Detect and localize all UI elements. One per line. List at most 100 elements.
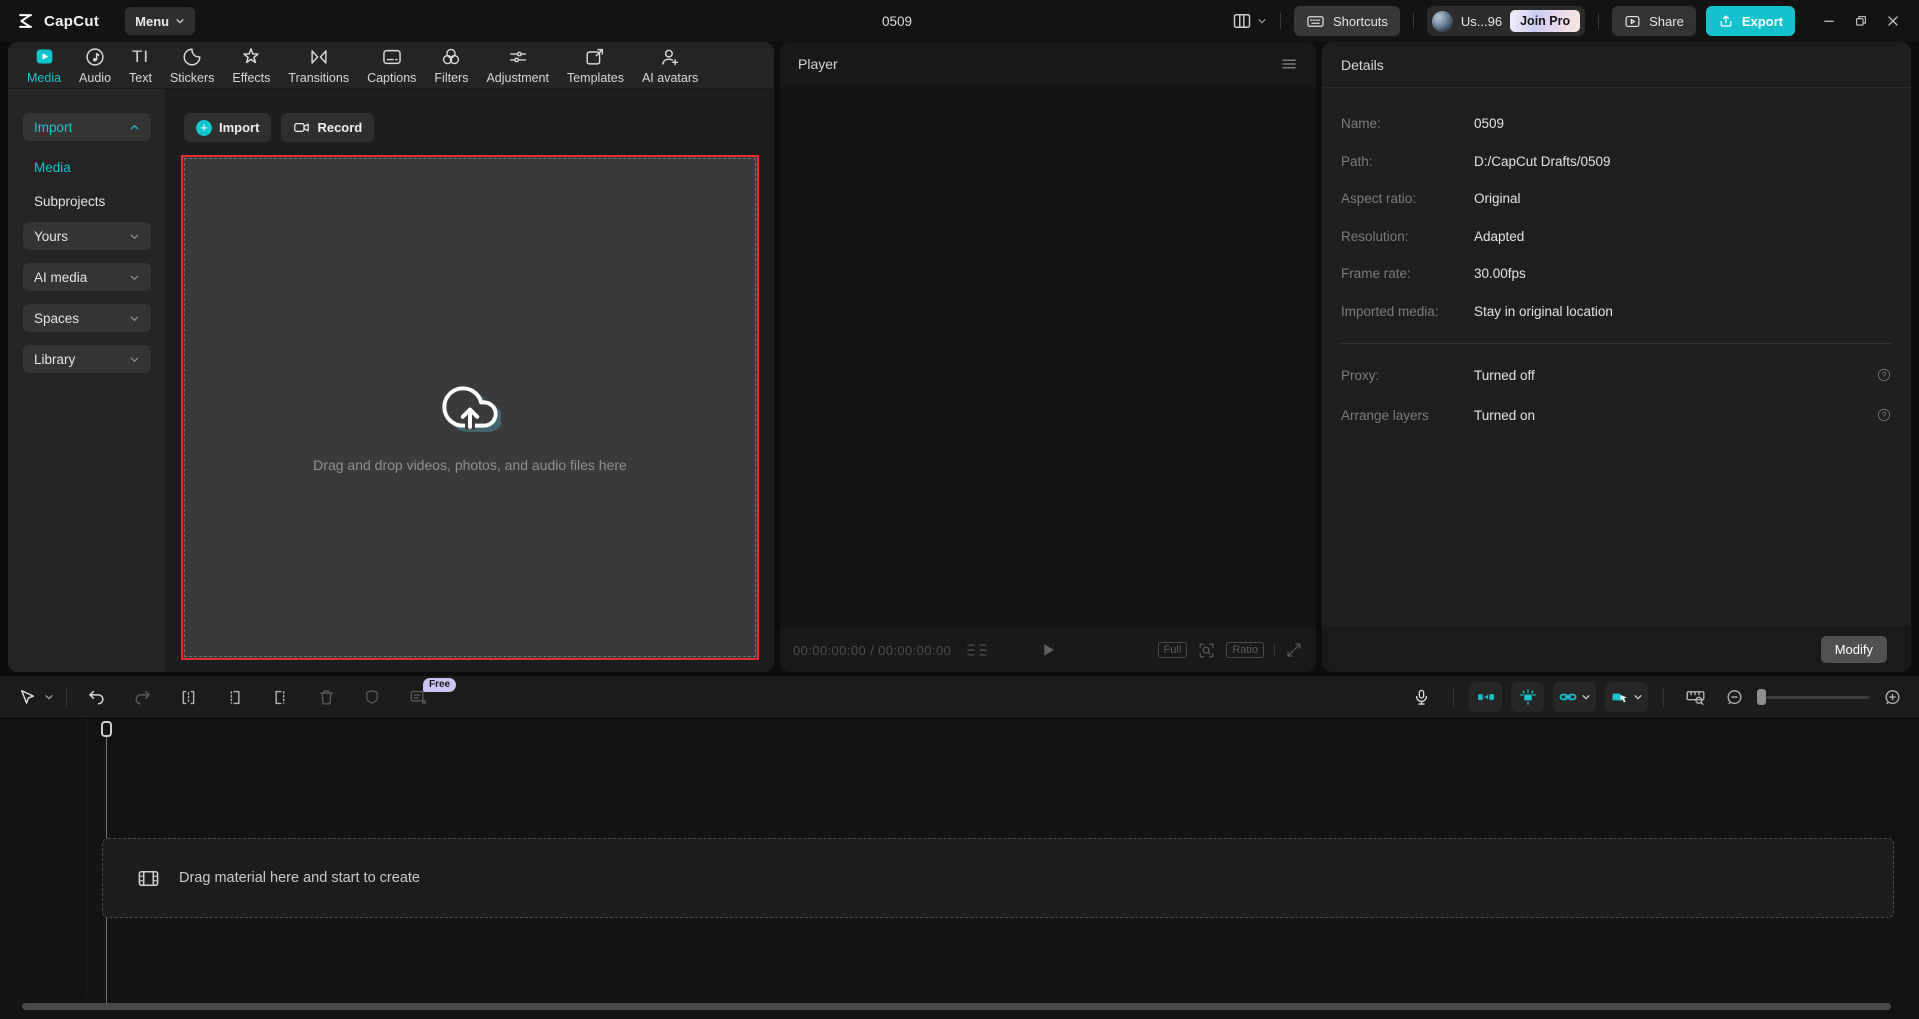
menu-button[interactable]: Menu <box>125 7 195 35</box>
tab-media[interactable]: Media <box>18 45 70 85</box>
cursor-icon <box>17 688 36 707</box>
timeline-toolbar: Free <box>0 676 1919 718</box>
star-icon <box>240 45 262 68</box>
timeline-zoom-slider[interactable] <box>1757 689 1869 705</box>
full-preview-button[interactable]: Full <box>1158 642 1188 658</box>
track-drop-placeholder[interactable]: Drag material here and start to create <box>102 838 1894 918</box>
timeline-tracks[interactable]: Drag material here and start to create <box>0 718 1919 1019</box>
tab-audio[interactable]: Audio <box>70 45 120 85</box>
preview-grid-icon[interactable] <box>965 642 989 658</box>
import-dropzone[interactable]: Drag and drop videos, photos, and audio … <box>181 155 759 660</box>
import-button[interactable]: + Import <box>184 113 271 142</box>
filmstrip-icon <box>137 867 160 890</box>
delete-left-button[interactable] <box>211 688 257 707</box>
player-viewport[interactable] <box>780 86 1316 628</box>
tab-transitions[interactable]: Transitions <box>279 45 358 85</box>
titlebar: CapCut Menu 0509 Shortcuts <box>0 0 1919 42</box>
sidebar-item-library[interactable]: Library <box>23 345 151 373</box>
camera-icon <box>293 119 310 136</box>
record-button[interactable]: Record <box>281 113 374 142</box>
chevron-down-icon <box>129 231 140 242</box>
close-gap-icon <box>1476 687 1496 707</box>
mask-button[interactable] <box>349 688 395 706</box>
workspace-layout-button[interactable] <box>1232 11 1267 31</box>
tab-stickers[interactable]: Stickers <box>161 45 223 85</box>
capcut-logo-icon <box>16 11 36 31</box>
minimize-button[interactable] <box>1813 6 1845 36</box>
microphone-icon <box>1412 688 1431 707</box>
divider <box>1663 687 1664 707</box>
undo-button[interactable] <box>73 688 119 707</box>
track-selection-button[interactable] <box>1605 682 1648 712</box>
zoom-out-button[interactable] <box>1720 688 1748 707</box>
auto-remove-gaps-button[interactable] <box>1469 682 1502 712</box>
chevron-down-icon <box>1633 692 1643 702</box>
help-icon[interactable] <box>1876 407 1892 423</box>
join-pro-button[interactable]: Join Pro <box>1510 10 1580 32</box>
redo-button[interactable] <box>119 688 165 707</box>
tab-templates[interactable]: Templates <box>558 45 633 85</box>
tab-adjustment[interactable]: Adjustment <box>477 45 558 85</box>
export-button[interactable]: Export <box>1706 6 1795 36</box>
shield-icon <box>363 688 381 706</box>
tab-captions[interactable]: Captions <box>358 45 425 85</box>
record-voiceover-button[interactable] <box>1404 688 1438 707</box>
ai-avatar-icon <box>659 45 681 68</box>
link-clips-button[interactable] <box>1553 682 1596 712</box>
divider <box>1598 13 1599 29</box>
tab-effects[interactable]: Effects <box>223 45 279 85</box>
split-button[interactable] <box>165 688 211 707</box>
player-controls: 00:00:00:00 / 00:00:00:00 Full <box>780 628 1316 672</box>
delete-right-button[interactable] <box>257 688 303 707</box>
detail-row-path: Path: D:/CapCut Drafts/0509 <box>1341 143 1892 181</box>
share-button[interactable]: Share <box>1612 6 1696 36</box>
details-title: Details <box>1322 42 1911 88</box>
asset-tabbar: Media Audio TI Text <box>8 42 774 88</box>
dropzone-hint: Drag and drop videos, photos, and audio … <box>313 457 627 473</box>
restore-button[interactable] <box>1845 6 1877 36</box>
playhead-handle[interactable] <box>101 721 112 737</box>
delete-button[interactable] <box>303 688 349 707</box>
cloud-upload-icon <box>439 379 501 435</box>
fullscreen-button[interactable] <box>1285 641 1303 659</box>
divider <box>86 719 87 997</box>
captions-icon <box>381 45 403 68</box>
sidebar-item-media[interactable]: Media <box>23 154 151 181</box>
help-icon[interactable] <box>1876 367 1892 383</box>
sidebar-item-subprojects[interactable]: Subprojects <box>23 188 151 215</box>
adjustment-icon <box>507 45 529 68</box>
tab-text[interactable]: TI Text <box>120 45 161 85</box>
details-panel: Details Name: 0509 Path: D:/CapCut Draft… <box>1322 42 1911 672</box>
sidebar-item-ai-media[interactable]: AI media <box>23 263 151 291</box>
zoom-fit-button[interactable] <box>1197 641 1216 660</box>
transitions-icon <box>308 45 330 68</box>
magnet-snap-icon <box>1518 687 1538 707</box>
divider <box>1341 343 1892 344</box>
user-account-chip[interactable]: Us...96 Join Pro <box>1427 6 1585 36</box>
player-menu-button[interactable] <box>1280 55 1298 73</box>
tab-filters[interactable]: Filters <box>425 45 477 85</box>
sidebar-item-spaces[interactable]: Spaces <box>23 304 151 332</box>
tab-ai-avatars[interactable]: AI avatars <box>633 45 707 85</box>
close-button[interactable] <box>1877 6 1909 36</box>
slider-handle[interactable] <box>1757 689 1766 705</box>
horizontal-scrollbar[interactable] <box>22 1003 1891 1010</box>
plus-icon: + <box>196 120 212 136</box>
app-name: CapCut <box>44 13 99 30</box>
sidebar-item-yours[interactable]: Yours <box>23 222 151 250</box>
document-title: 0509 <box>882 14 912 29</box>
snapping-button[interactable] <box>1511 682 1544 712</box>
detail-row-resolution: Resolution: Adapted <box>1341 218 1892 256</box>
username: Us...96 <box>1461 14 1502 29</box>
divider <box>1274 643 1275 657</box>
sidebar-item-import[interactable]: Import <box>23 113 151 141</box>
modify-button[interactable]: Modify <box>1821 636 1887 663</box>
text-icon: TI <box>132 45 149 68</box>
timeline-section: Free <box>0 676 1919 1019</box>
ratio-button[interactable]: Ratio <box>1226 642 1264 658</box>
select-tool-button[interactable] <box>13 688 60 707</box>
zoom-in-button[interactable] <box>1878 688 1906 707</box>
timeline-scale-button[interactable] <box>1679 687 1711 708</box>
play-button[interactable] <box>1039 641 1057 659</box>
shortcuts-button[interactable]: Shortcuts <box>1294 6 1400 36</box>
